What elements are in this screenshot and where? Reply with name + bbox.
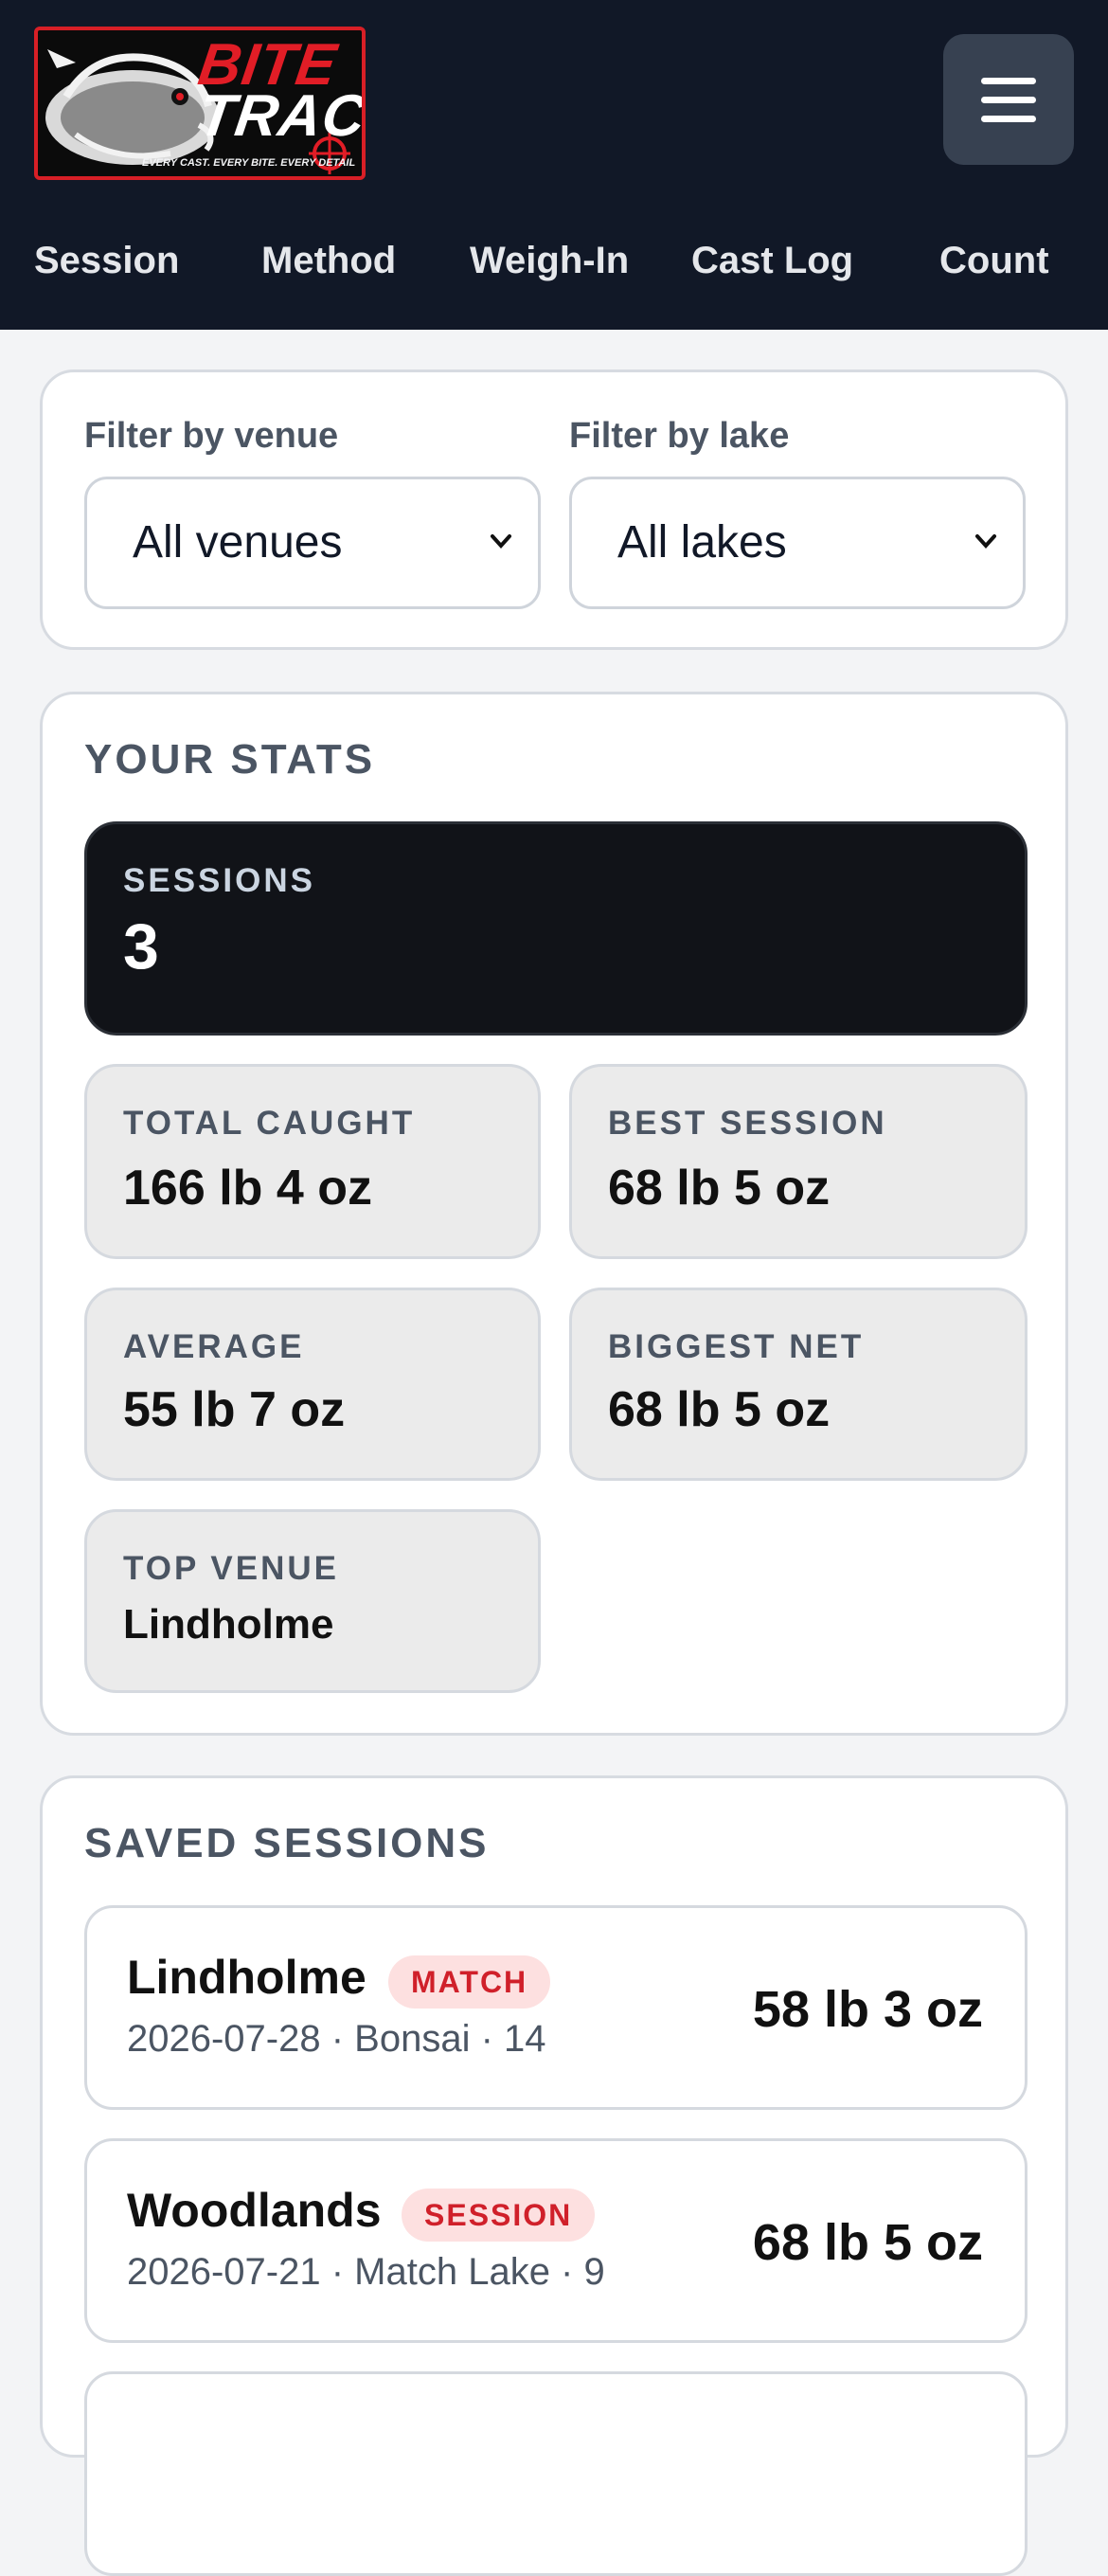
best-session-stat: BEST SESSION 68 lb 5 oz (569, 1064, 1028, 1259)
sessions-stat-label: SESSIONS (123, 862, 315, 899)
session-weight: 58 lb 3 oz (752, 1981, 983, 2038)
top-venue-value: Lindholme (123, 1601, 334, 1648)
venue-filter-value: All venues (133, 517, 343, 567)
session-venue: Lindholme (127, 1951, 366, 2004)
stats-card: YOUR STATS SESSIONS 3 TOTAL CAUGHT 166 l… (40, 692, 1068, 1736)
total-caught-stat: TOTAL CAUGHT 166 lb 4 oz (84, 1064, 541, 1259)
sessions-stat-value: 3 (123, 910, 159, 982)
hamburger-menu-icon-bar (981, 116, 1036, 122)
filters-card: Filter by venue All venues Filter by lak… (40, 369, 1068, 650)
top-nav: Session Method Weigh-In Cast Log Count (0, 227, 1108, 294)
session-row[interactable]: Woodlands SESSION 2026-07-21 · Match Lak… (84, 2138, 1028, 2343)
top-venue-label: TOP VENUE (123, 1550, 339, 1587)
lake-filter-select[interactable]: All lakes (569, 477, 1026, 609)
session-venue: Woodlands (127, 2184, 382, 2237)
stats-title: YOUR STATS (84, 736, 376, 783)
session-type-badge: MATCH (388, 1955, 551, 2009)
session-row[interactable]: Lindholme MATCH 2026-07-28 · Bonsai · 14… (84, 1905, 1028, 2110)
nav-weigh-in[interactable]: Weigh-In (470, 227, 629, 294)
total-caught-label: TOTAL CAUGHT (123, 1105, 416, 1142)
nav-count[interactable]: Count (939, 227, 1049, 294)
session-row[interactable] (84, 2371, 1028, 2576)
best-session-value: 68 lb 5 oz (608, 1161, 831, 1216)
app-header: BITE TRACK EVERY CAST. EVERY BITE. EVERY… (0, 0, 1108, 330)
chevron-down-icon (975, 534, 996, 549)
sessions-stat: SESSIONS 3 (84, 821, 1028, 1036)
total-caught-value: 166 lb 4 oz (123, 1161, 372, 1216)
average-value: 55 lb 7 oz (123, 1382, 346, 1437)
biggest-net-value: 68 lb 5 oz (608, 1382, 831, 1437)
average-stat: AVERAGE 55 lb 7 oz (84, 1288, 541, 1481)
saved-sessions-card: SAVED SESSIONS Lindholme MATCH 2026-07-2… (40, 1775, 1068, 2576)
hamburger-menu-button[interactable] (943, 34, 1074, 165)
session-meta: 2026-07-28 · Bonsai · 14 (127, 2018, 546, 2060)
chevron-down-icon (491, 534, 511, 549)
hamburger-menu-icon (981, 78, 1036, 84)
nav-cast-log[interactable]: Cast Log (691, 227, 853, 294)
saved-sessions-title: SAVED SESSIONS (84, 1820, 490, 1866)
venue-filter-select[interactable]: All venues (84, 477, 541, 609)
session-weight: 68 lb 5 oz (752, 2214, 983, 2271)
biggest-net-stat: BIGGEST NET 68 lb 5 oz (569, 1288, 1028, 1481)
average-label: AVERAGE (123, 1328, 305, 1365)
biggest-net-label: BIGGEST NET (608, 1328, 865, 1365)
session-meta: 2026-07-21 · Match Lake · 9 (127, 2251, 605, 2293)
lake-filter-label: Filter by lake (569, 416, 790, 456)
nav-session[interactable]: Session (34, 227, 179, 294)
lake-filter-value: All lakes (617, 517, 787, 567)
logo-tagline: EVERY CAST. EVERY BITE. EVERY DETAIL (142, 157, 356, 169)
top-venue-stat: TOP VENUE Lindholme (84, 1509, 541, 1693)
venue-filter-label: Filter by venue (84, 416, 339, 456)
hamburger-menu-icon-bar (981, 97, 1036, 103)
session-type-badge: SESSION (402, 2189, 596, 2242)
bitetrack-logo[interactable]: BITE TRACK EVERY CAST. EVERY BITE. EVERY… (34, 27, 366, 180)
logo-track-text: TRACK (194, 83, 366, 149)
nav-method[interactable]: Method (261, 227, 396, 294)
best-session-label: BEST SESSION (608, 1105, 887, 1142)
